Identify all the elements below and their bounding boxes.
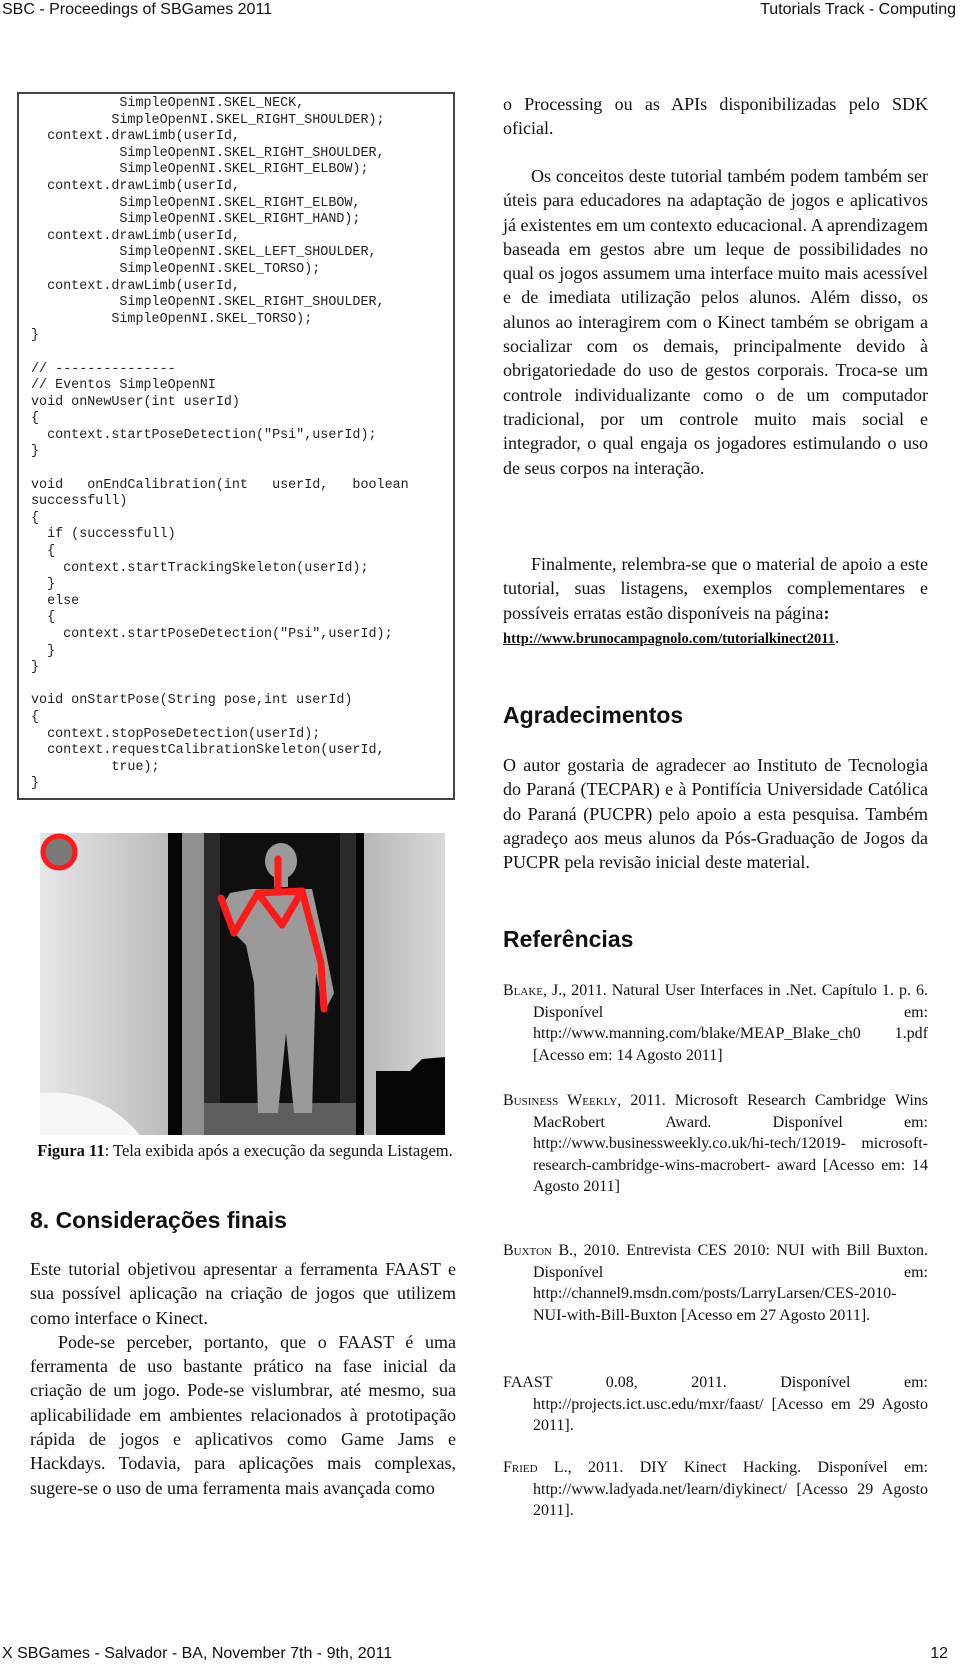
- paragraph-educators: Os conceitos deste tutorial também podem…: [503, 164, 928, 480]
- door-edge-left: [182, 833, 204, 1135]
- reference-text: B., 2010. Entrevista CES 2010: NUI with …: [533, 1242, 928, 1324]
- depth-image: [40, 833, 445, 1135]
- running-header-left: SBC - Proceedings of SBGames 2011: [2, 1, 273, 18]
- reference-author: Fried: [503, 1459, 538, 1476]
- paragraph-educators-text: Os conceitos deste tutorial também podem…: [503, 166, 928, 478]
- section8-paragraph-2-text: Pode-se perceber, portanto, que o FAAST …: [30, 1331, 456, 1498]
- reference-author: FAAST: [503, 1374, 553, 1391]
- code-listing: SimpleOpenNI.SKEL_NECK, SimpleOpenNI.SKE…: [17, 92, 455, 800]
- skeleton-shoulders: [254, 887, 306, 897]
- skeleton-arm-lower-right: [317, 959, 328, 1013]
- reference-author: Business Weekly: [503, 1092, 618, 1109]
- colon: :: [823, 602, 830, 623]
- paragraph-final: Finalmente, relembra-se que o material d…: [503, 552, 928, 651]
- section-title-referencias: Referências: [503, 926, 634, 952]
- link-suffix: .: [834, 626, 840, 647]
- reference-item: Business Weekly, 2011. Microsoft Researc…: [503, 1090, 928, 1198]
- code-text: SimpleOpenNI.SKEL_NECK, SimpleOpenNI.SKE…: [31, 96, 409, 792]
- reference-text: , J., 2011. Natural User Interfaces in .…: [533, 982, 928, 1064]
- section-title-agradecimentos: Agradecimentos: [503, 702, 684, 728]
- acknowledgements-text: O autor gostaria de agradecer ao Institu…: [503, 755, 928, 873]
- reference-item: Fried L., 2011. DIY Kinect Hacking. Disp…: [503, 1457, 928, 1522]
- user-indicator-circle: [40, 833, 78, 871]
- door-frame-right: [356, 833, 364, 1135]
- reference-item: FAAST 0.08, 2011. Disponível em: http://…: [503, 1372, 928, 1437]
- caption-label: Figura 11: [37, 1141, 105, 1160]
- tutorial-link[interactable]: http://www.brunocampagnolo.com/tutorialk…: [503, 631, 835, 647]
- reference-item: Blake, J., 2011. Natural User Interfaces…: [503, 980, 928, 1066]
- running-header-right: Tutorials Track - Computing: [760, 1, 956, 18]
- page-number: 12: [930, 1645, 948, 1662]
- reference-item: Buxton B., 2010. Entrevista CES 2010: NU…: [503, 1240, 928, 1326]
- reference-text: L., 2011. DIY Kinect Hacking. Disponível…: [533, 1459, 928, 1519]
- reference-author: Blake: [503, 982, 543, 999]
- kinect-depth-figure: [40, 833, 445, 1135]
- caption-text: : Tela exibida após a execução da segund…: [104, 1141, 453, 1160]
- paragraph-final-text: Finalmente, relembra-se que o material d…: [503, 554, 928, 623]
- reference-author: Buxton: [503, 1242, 552, 1259]
- reference-text: 0.08, 2011. Disponível em: http://projec…: [533, 1374, 928, 1434]
- running-footer-left: X SBGames - Salvador - BA, November 7th …: [2, 1645, 393, 1662]
- left-wall: [40, 833, 168, 1135]
- section8-paragraph-1-text: Este tutorial objetivou apresentar a fer…: [30, 1259, 456, 1328]
- figure-caption: Figura 11: Tela exibida após a execução …: [30, 1140, 460, 1161]
- section8-paragraph-1: Este tutorial objetivou apresentar a fer…: [30, 1257, 456, 1500]
- paragraph-continuation: o Processing ou as APIs disponibilizadas…: [503, 94, 928, 139]
- section-title-consideracoes: 8. Considerações finais: [30, 1207, 287, 1233]
- hallway-floor: [204, 1103, 356, 1135]
- door-frame-left: [168, 833, 182, 1135]
